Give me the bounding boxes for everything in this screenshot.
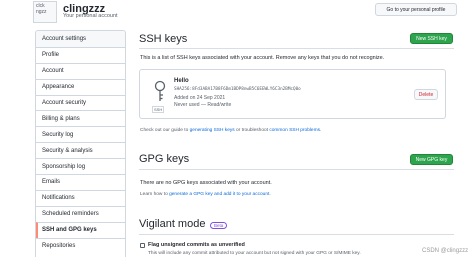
ssh-key-usage: Never used — Read/write bbox=[174, 102, 232, 108]
sidebar-item-sponsorship-log[interactable]: Sponsorship log bbox=[36, 158, 125, 174]
gpg-empty-text: There are no GPG keys associated with yo… bbox=[140, 180, 272, 186]
vigilant-mode-title: Vigilant mode bbox=[139, 218, 206, 230]
delete-ssh-key-button[interactable]: Delete bbox=[414, 89, 438, 100]
ssh-guide-text: Check out our guide to generating SSH ke… bbox=[140, 128, 321, 133]
watermark: CSDN @clingzzz bbox=[422, 248, 469, 254]
ssh-guide-suffix: . bbox=[320, 128, 322, 133]
sidebar-item-scheduled-reminders[interactable]: Scheduled reminders bbox=[36, 205, 125, 222]
flag-unsigned-checkbox[interactable] bbox=[140, 243, 145, 248]
ssh-key-title: Hello bbox=[174, 78, 189, 84]
ssh-guide-prefix: Check out our guide to bbox=[140, 128, 190, 133]
sidebar-header: Account settings bbox=[36, 31, 125, 47]
vigilant-divider bbox=[139, 234, 454, 235]
beta-badge: Beta bbox=[210, 222, 228, 229]
gpg-keys-title: GPG keys bbox=[139, 153, 190, 165]
settings-sidebar: Account settings Profile Account Appeara… bbox=[35, 30, 126, 257]
ssh-guide-middle: or troubleshoot bbox=[234, 128, 270, 133]
new-gpg-key-button[interactable]: New GPG key bbox=[410, 154, 453, 165]
ssh-key-fingerprint: SHA256:8Fd3ABA17B8F6Dm1BDP8nwB5C6EEWLY6C… bbox=[174, 87, 301, 92]
gpg-learn-suffix: . bbox=[269, 192, 271, 197]
ssh-type-tag: SSH bbox=[152, 106, 165, 113]
generating-ssh-keys-link[interactable]: generating SSH keys bbox=[190, 128, 235, 133]
sidebar-item-billing[interactable]: Billing & plans bbox=[36, 110, 125, 126]
sidebar-item-account[interactable]: Account bbox=[36, 62, 125, 79]
go-to-profile-button[interactable]: Go to your personal profile bbox=[375, 3, 457, 16]
key-icon bbox=[154, 80, 166, 101]
account-subtitle: Your personal account bbox=[63, 13, 118, 19]
sidebar-item-security-log[interactable]: Security log bbox=[36, 126, 125, 142]
gpg-learn-text: Learn how to generate a GPG key and add … bbox=[140, 192, 271, 197]
ssh-keys-title: SSH keys bbox=[139, 33, 188, 45]
gpg-learn-prefix: Learn how to bbox=[140, 192, 170, 197]
flag-unsigned-label[interactable]: Flag unsigned commits as unverified bbox=[148, 242, 245, 248]
generate-gpg-key-link[interactable]: generate a GPG key and add it to your ac… bbox=[169, 192, 269, 197]
gpg-divider bbox=[139, 169, 454, 170]
sidebar-item-ssh-gpg-keys[interactable]: SSH and GPG keys bbox=[36, 221, 125, 238]
ssh-key-item: SSH Hello SHA256:8Fd3ABA17B8F6Dm1BDP8nwB… bbox=[139, 69, 446, 119]
ssh-key-added-date: Added on 24 Sep 2021 bbox=[174, 95, 226, 101]
sidebar-item-appearance[interactable]: Appearance bbox=[36, 78, 125, 95]
sidebar-item-profile[interactable]: Profile bbox=[36, 46, 125, 63]
new-ssh-key-button[interactable]: New SSH key bbox=[410, 33, 453, 44]
sidebar-item-account-security[interactable]: Account security bbox=[36, 94, 125, 111]
vigilant-note: This will include any commit attributed … bbox=[148, 251, 361, 256]
avatar[interactable]: clck ngzz bbox=[33, 1, 57, 23]
ssh-description: This is a list of SSH keys associated wi… bbox=[140, 55, 385, 61]
ssh-divider bbox=[139, 48, 454, 49]
sidebar-item-security-analysis[interactable]: Security & analysis bbox=[36, 142, 125, 158]
sidebar-item-emails[interactable]: Emails bbox=[36, 174, 125, 190]
common-ssh-problems-link[interactable]: common SSH problems bbox=[269, 128, 320, 133]
sidebar-item-repositories[interactable]: Repositories bbox=[36, 237, 125, 254]
sidebar-item-notifications[interactable]: Notifications bbox=[36, 189, 125, 206]
